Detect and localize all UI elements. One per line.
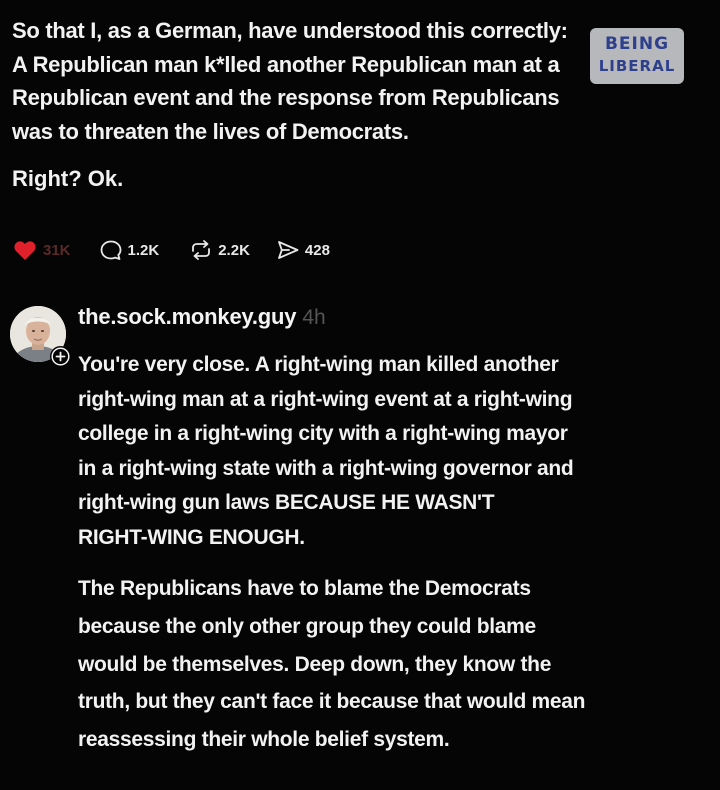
watermark-line1: BEING bbox=[604, 34, 670, 54]
reply-text-line: The Republicans have to blame the Democr… bbox=[78, 577, 531, 600]
reply-text-line: because the only other group they could … bbox=[78, 614, 536, 638]
post-follow-up: Right? Ok. bbox=[12, 166, 124, 191]
reply-timestamp: 4h bbox=[302, 306, 326, 329]
watermark-line2: LIBERAL bbox=[598, 57, 676, 75]
post-text-line: was to threaten the lives of Democrats. bbox=[12, 118, 409, 144]
comment-button[interactable]: 1.2K bbox=[99, 239, 160, 261]
send-icon bbox=[276, 239, 300, 261]
reply-text-line: college in a right-wing city with a righ… bbox=[78, 422, 568, 445]
reply-text-line: truth, but they can't face it because th… bbox=[78, 690, 586, 714]
reply-text-line: would be themselves. Deep down, they kno… bbox=[78, 652, 552, 676]
reply-avatar-group bbox=[10, 306, 71, 367]
reply-paragraph: The Republicans have to blame the Democr… bbox=[78, 570, 714, 759]
reply-text-line: reassessing their whole belief system. bbox=[78, 728, 450, 752]
post-text-line: Republican event and the response from R… bbox=[12, 85, 560, 110]
share-button[interactable]: 428 bbox=[276, 239, 330, 261]
reply-text-line: in a right-wing state with a right-wing … bbox=[78, 456, 574, 480]
reply-paragraph: You're very close. A right-wing man kill… bbox=[78, 348, 714, 555]
follow-button[interactable] bbox=[50, 346, 71, 367]
repost-button[interactable]: 2.2K bbox=[189, 239, 250, 261]
repost-count: 2.2K bbox=[218, 241, 250, 259]
reply-header: the.sock.monkey.guy 4h bbox=[78, 304, 714, 342]
username-link[interactable]: the.sock.monkey.guy bbox=[78, 304, 297, 330]
reply: the.sock.monkey.guy 4h You're very close… bbox=[78, 304, 714, 759]
like-button[interactable]: 31K bbox=[12, 239, 71, 261]
comment-count: 1.2K bbox=[127, 241, 160, 259]
watermark-logo: BEING LIBERAL bbox=[590, 28, 684, 84]
repost-icon bbox=[189, 239, 213, 261]
comment-icon bbox=[99, 239, 123, 261]
plus-icon bbox=[51, 347, 70, 366]
post-actions: 31K 1.2K 2.2K 428 bbox=[12, 236, 330, 264]
reply-text-line: You're very close. A right-wing man kill… bbox=[78, 353, 559, 376]
like-count: 31K bbox=[43, 241, 71, 259]
reply-text-line: right-wing gun laws BECAUSE HE WASN'T bbox=[78, 491, 495, 514]
heart-icon bbox=[12, 239, 38, 261]
reply-text-line: right-wing man at a right-wing event at … bbox=[78, 387, 573, 411]
reply-text-line: RIGHT-WING ENOUGH. bbox=[78, 525, 305, 549]
share-count: 428 bbox=[304, 241, 330, 259]
